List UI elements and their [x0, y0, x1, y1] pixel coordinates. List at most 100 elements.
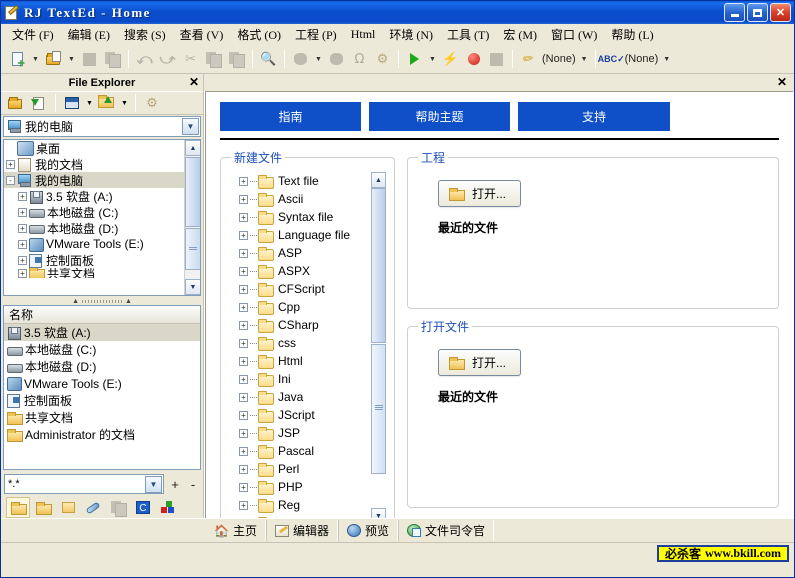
paste-icon[interactable] [225, 48, 248, 70]
remove-filter-button[interactable]: - [186, 477, 200, 492]
location-combo[interactable]: 我的电脑 ▼ [3, 116, 201, 137]
clipboard-icon[interactable] [106, 497, 130, 518]
splitter-grip[interactable] [82, 300, 122, 303]
menu-help[interactable]: 帮助 (L) [604, 24, 660, 45]
tree-item-disk-d[interactable]: + 本地磁盘 (D:) [4, 220, 200, 236]
expander-icon[interactable]: + [18, 191, 27, 201]
save-icon[interactable] [78, 48, 101, 70]
scroll-up-icon[interactable]: ▲ [185, 140, 200, 156]
menu-project[interactable]: 工程 (P) [288, 24, 344, 45]
filter-combo[interactable]: *.* ▼ [4, 474, 164, 494]
open-file-button[interactable]: 打开... [438, 349, 522, 376]
expander-icon[interactable]: + [6, 159, 15, 169]
view-details-icon[interactable] [61, 93, 83, 113]
menu-format[interactable]: 格式 (O) [230, 24, 288, 45]
expander-icon[interactable]: + [239, 482, 248, 492]
new-file-item[interactable]: + Cpp [229, 298, 386, 316]
tab-support[interactable]: 支持 [518, 102, 670, 131]
maximize-button[interactable] [747, 3, 768, 22]
settings-gear-icon[interactable]: ⚙ [371, 48, 394, 70]
explorer-settings-icon[interactable]: ⚙ [141, 93, 163, 113]
list-item[interactable]: 3.5 软盘 (A:) [4, 324, 200, 341]
shape-dropdown-icon[interactable]: ▼ [312, 48, 325, 70]
add-filter-button[interactable]: + [168, 477, 182, 492]
expander-icon[interactable]: + [18, 255, 27, 265]
list-item[interactable]: 本地磁盘 (C:) [4, 341, 200, 358]
tree-item-my-documents[interactable]: + 我的文档 [4, 156, 200, 172]
splitter-up-icon[interactable]: ▲ [72, 298, 79, 305]
save-all-icon[interactable] [101, 48, 124, 70]
new-file-item[interactable]: + ASP [229, 244, 386, 262]
copy-icon[interactable] [202, 48, 225, 70]
expander-icon[interactable]: + [239, 464, 248, 474]
new-file-item[interactable]: + Text file [229, 172, 386, 190]
scroll-thumb[interactable] [185, 157, 200, 227]
expander-icon[interactable]: + [239, 266, 248, 276]
bottom-tab-editor[interactable]: 编辑器 [265, 520, 338, 541]
menu-environment[interactable]: 环境 (N) [382, 24, 440, 45]
ftp-icon[interactable] [81, 497, 105, 518]
expander-icon[interactable]: + [18, 223, 27, 233]
undo-icon[interactable]: ⤺ [133, 48, 156, 70]
expander-icon[interactable]: + [239, 284, 248, 294]
scroll-thumb-2[interactable] [185, 228, 200, 270]
new-file-item[interactable]: + Reg [229, 496, 386, 514]
download-folder-icon[interactable] [28, 93, 50, 113]
expander-icon[interactable]: + [239, 212, 248, 222]
shape2-icon[interactable] [325, 48, 348, 70]
tab-help-topics[interactable]: 帮助主题 [369, 102, 510, 131]
new-file-item[interactable]: + JSP [229, 424, 386, 442]
upload-dropdown-icon[interactable]: ▼ [119, 93, 130, 113]
highlight-scheme-combo[interactable]: ✏ (None) ▼ [517, 48, 591, 70]
menu-edit[interactable]: 编辑 (E) [61, 24, 117, 45]
new-file-item[interactable]: + Syntax file [229, 208, 386, 226]
folder-tab-1-icon[interactable] [6, 497, 30, 518]
tree-item-disk-c[interactable]: + 本地磁盘 (C:) [4, 204, 200, 220]
open-folder-icon[interactable] [5, 93, 27, 113]
expander-icon[interactable]: + [239, 428, 248, 438]
redo-icon[interactable]: ⤻ [156, 48, 179, 70]
expander-icon[interactable]: + [239, 392, 248, 402]
tab-guide[interactable]: 指南 [220, 102, 361, 131]
expander-icon[interactable]: + [239, 320, 248, 330]
panel-splitter[interactable]: ▲ ▲ [1, 298, 203, 305]
expander-icon[interactable]: + [239, 248, 248, 258]
scroll-up-icon[interactable]: ▲ [371, 172, 386, 188]
new-file-dropdown-icon[interactable]: ▼ [29, 48, 42, 70]
tree-item-my-computer[interactable]: - 我的电脑 [4, 172, 200, 188]
list-item[interactable]: 本地磁盘 (D:) [4, 358, 200, 375]
close-button[interactable]: ✕ [770, 3, 791, 22]
tree-item-control-panel[interactable]: + 控制面板 [4, 252, 200, 268]
run-dropdown-icon[interactable]: ▼ [426, 48, 439, 70]
menu-view[interactable]: 查看 (V) [173, 24, 231, 45]
favorites-icon[interactable] [56, 497, 80, 518]
folder-tab-2-icon[interactable] [31, 497, 55, 518]
highlight-dropdown-icon[interactable]: ▼ [578, 48, 591, 70]
new-file-item[interactable]: + PHP [229, 478, 386, 496]
list-item[interactable]: VMware Tools (E:) [4, 375, 200, 392]
expander-icon[interactable]: + [239, 374, 248, 384]
expander-icon[interactable]: + [239, 410, 248, 420]
new-file-item[interactable]: + Pascal [229, 442, 386, 460]
expander-icon[interactable]: + [239, 176, 248, 186]
list-item[interactable]: Administrator 的文档 [4, 426, 200, 443]
code-icon[interactable]: C [131, 497, 155, 518]
close-icon[interactable]: ✕ [189, 75, 199, 89]
expander-icon[interactable]: + [18, 268, 27, 278]
open-file-icon[interactable] [42, 48, 65, 70]
open-file-dropdown-icon[interactable]: ▼ [65, 48, 78, 70]
minimize-button[interactable] [724, 3, 745, 22]
bottom-tab-file-commander[interactable]: 文件司令官 [398, 520, 495, 541]
menu-macro[interactable]: 宏 (M) [496, 24, 544, 45]
tree-item-shared-docs[interactable]: + 共享文档 [4, 268, 200, 278]
expander-icon[interactable]: + [239, 194, 248, 204]
stop-icon[interactable] [485, 48, 508, 70]
new-file-item[interactable]: + Ini [229, 370, 386, 388]
shape-icon[interactable] [289, 48, 312, 70]
list-item[interactable]: 控制面板 [4, 392, 200, 409]
collapser-icon[interactable]: - [6, 175, 15, 185]
expander-icon[interactable]: + [239, 302, 248, 312]
tree-item-floppy-a[interactable]: + 3.5 软盘 (A:) [4, 188, 200, 204]
splitter-down-icon[interactable]: ▲ [125, 298, 132, 305]
expander-icon[interactable]: + [18, 239, 27, 249]
